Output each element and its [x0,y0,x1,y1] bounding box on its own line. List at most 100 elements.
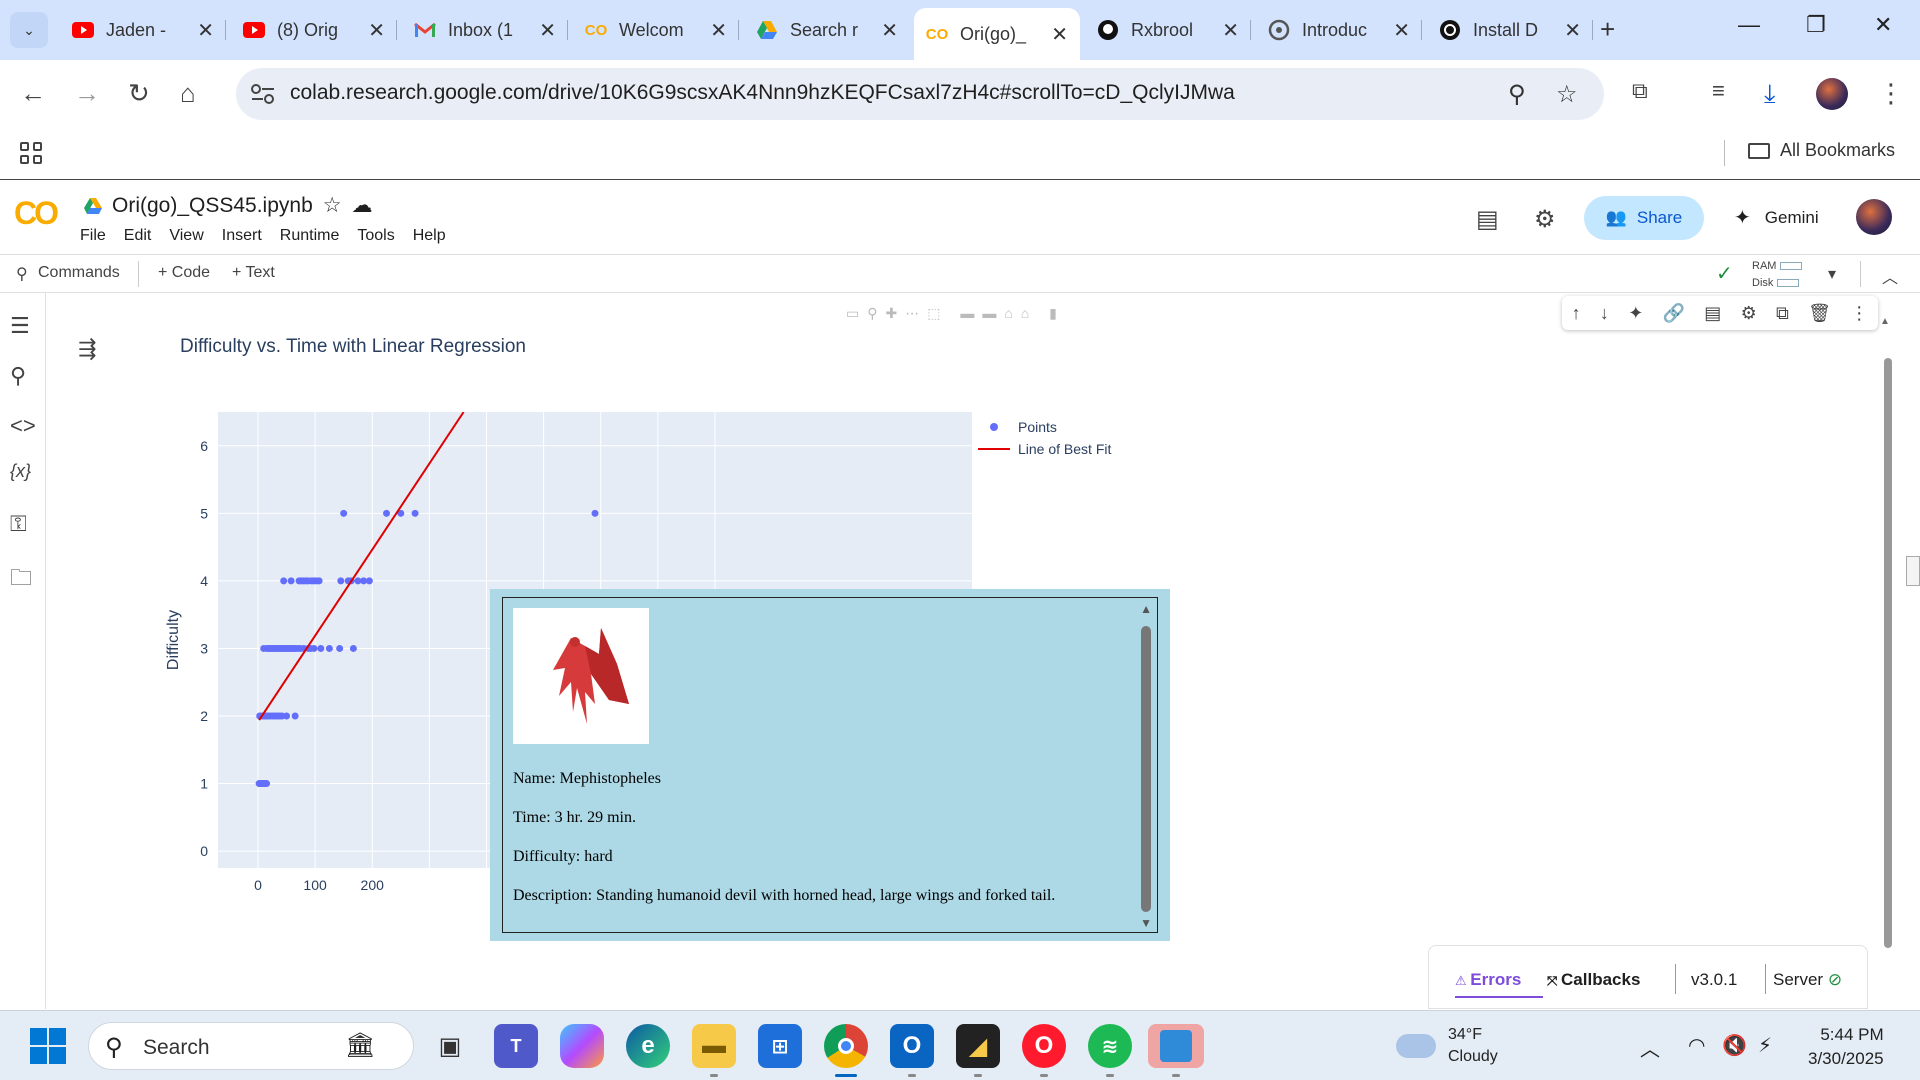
data-point[interactable] [340,509,348,517]
close-icon[interactable]: ✕ [1393,18,1410,43]
move-up-icon[interactable]: ↑ [1572,303,1581,324]
link-icon[interactable]: 🔗 [1663,303,1685,324]
colab-logo[interactable]: CO [14,195,59,232]
menu-insert[interactable]: Insert [222,227,262,245]
data-point[interactable] [383,509,391,517]
all-bookmarks-button[interactable]: All Bookmarks [1748,140,1895,161]
page-scroll-thumb[interactable] [1884,358,1892,948]
browser-tab[interactable]: Inbox (1 ✕ [402,8,568,52]
legend-item-fit-line[interactable]: Line of Best Fit [978,438,1111,460]
table-of-contents-icon[interactable]: ☰ [10,313,30,339]
close-icon[interactable]: ✕ [1222,18,1239,43]
browser-tab[interactable]: Introduc ✕ [1256,8,1422,52]
browser-tab[interactable]: CO Welcom ✕ [573,8,739,52]
star-icon[interactable]: ☆ [323,193,342,218]
share-button[interactable]: 👥 Share [1584,196,1704,240]
data-point[interactable] [336,644,344,652]
profile-avatar[interactable] [1816,78,1848,110]
browser-tab[interactable]: (8) Orig ✕ [231,8,397,52]
wifi-icon[interactable]: ◠ [1688,1033,1705,1058]
file-explorer-icon[interactable]: ▬ [692,1024,736,1068]
chrome-icon[interactable] [824,1024,868,1068]
tab-search-button[interactable]: ⌄ [10,12,48,48]
legend-item-points[interactable]: Points [978,416,1111,438]
data-point[interactable] [283,712,291,720]
data-point[interactable] [337,577,345,585]
extensions-icon[interactable]: ⧉ [1632,78,1648,104]
address-bar[interactable]: colab.research.google.com/drive/10K6G9sc… [236,68,1604,120]
callbacks-tab[interactable]: ⤧ Callbacks [1547,970,1640,990]
account-avatar[interactable] [1856,199,1892,235]
back-icon[interactable]: ← [20,78,46,109]
menu-help[interactable]: Help [413,227,446,245]
teams-icon[interactable]: T [494,1024,538,1068]
browser-tab[interactable]: Install D ✕ [1427,8,1593,52]
close-icon[interactable]: ✕ [1051,22,1068,47]
copilot-icon[interactable] [560,1024,604,1068]
photos-icon[interactable] [1148,1024,1204,1068]
edge-icon[interactable]: e [626,1024,670,1068]
data-point[interactable] [315,577,323,585]
site-settings-icon[interactable] [250,82,276,106]
tooltip-content[interactable]: Name: Mephistopheles Time: 3 hr. 29 min.… [502,597,1158,933]
browser-tab-active[interactable]: CO Ori(go)_ ✕ [914,8,1080,60]
menu-runtime[interactable]: Runtime [280,227,340,245]
system-clock[interactable]: 5:44 PM 3/30/2025 [1808,1023,1884,1071]
data-point[interactable] [317,644,325,652]
move-down-icon[interactable]: ↓ [1600,303,1609,324]
find-icon[interactable]: ⚲ [10,363,26,389]
chevron-up-icon[interactable]: ︿ [1640,1033,1660,1062]
browser-tab[interactable]: Search r ✕ [744,8,910,52]
sticky-notes-icon[interactable]: ◢ [956,1024,1000,1068]
mirror-cell-icon[interactable]: ⧉ [1776,303,1789,324]
restore-icon[interactable]: ❐ [1806,12,1826,38]
weather-widget[interactable]: 34°F Cloudy [1396,1024,1498,1068]
task-view-icon[interactable]: ▣ [428,1024,472,1068]
variables-icon[interactable]: {x} [10,461,31,482]
comments-icon[interactable]: ▤ [1476,205,1499,234]
sparkle-icon[interactable]: ✦ [1628,303,1643,324]
data-point[interactable] [280,577,288,585]
close-icon[interactable]: ✕ [710,18,727,43]
zoom-icon[interactable]: ⚲ [1508,80,1526,109]
minimize-icon[interactable]: — [1738,12,1760,38]
battery-icon[interactable]: ⚡ [1758,1033,1772,1058]
reload-icon[interactable]: ↻ [128,78,150,109]
code-snippets-icon[interactable]: <> [10,413,36,439]
home-icon[interactable]: ⌂ [180,78,196,109]
gemini-button[interactable]: ✦ Gemini [1734,205,1819,230]
notebook-title[interactable]: Ori(go)_QSS45.ipynb [112,194,313,218]
more-menu-icon[interactable]: ⋮ [1878,78,1904,109]
download-icon[interactable]: ⤓ [1764,78,1776,110]
close-icon[interactable]: ✕ [1564,18,1581,43]
scroll-down-arrow[interactable]: ▼ [1140,916,1152,931]
menu-edit[interactable]: Edit [124,227,152,245]
files-folder-icon[interactable]: 🗀 [10,561,32,599]
minimap-scroll-handle[interactable] [1906,556,1920,586]
windows-start-icon[interactable] [30,1028,66,1064]
more-icon[interactable]: ⋮ [1850,303,1868,324]
plotly-modebar[interactable]: ▭⚲✚⋯⬚ ▬▬⌂⌂ ▮ [846,305,1065,322]
close-icon[interactable]: ✕ [539,18,556,43]
opera-icon[interactable]: O [1022,1024,1066,1068]
add-text-button[interactable]: + Text [232,264,275,282]
close-icon[interactable]: ✕ [881,18,898,43]
forward-icon[interactable]: → [74,78,100,109]
microsoft-store-icon[interactable]: ⊞ [758,1024,802,1068]
media-controls-icon[interactable]: ≡ [1712,78,1725,104]
resource-indicator[interactable]: RAM Disk [1752,258,1803,292]
close-icon[interactable]: ✕ [197,18,214,43]
tooltip-scroll-thumb[interactable] [1141,626,1151,912]
data-point[interactable] [263,780,271,788]
data-point[interactable] [365,577,373,585]
output-actions-icon[interactable]: ⇶ [78,336,96,362]
data-point[interactable] [411,509,419,517]
server-status[interactable]: Server ⊘ [1773,970,1842,990]
commands-button[interactable]: Commands [38,264,120,282]
new-tab-icon[interactable]: + [1600,14,1615,45]
settings-gear-icon[interactable]: ⚙ [1534,205,1556,234]
data-point[interactable] [349,644,357,652]
bookmark-star-icon[interactable]: ☆ [1556,80,1578,109]
delete-icon[interactable]: 🗑 [1808,303,1831,324]
data-point[interactable] [591,509,599,517]
